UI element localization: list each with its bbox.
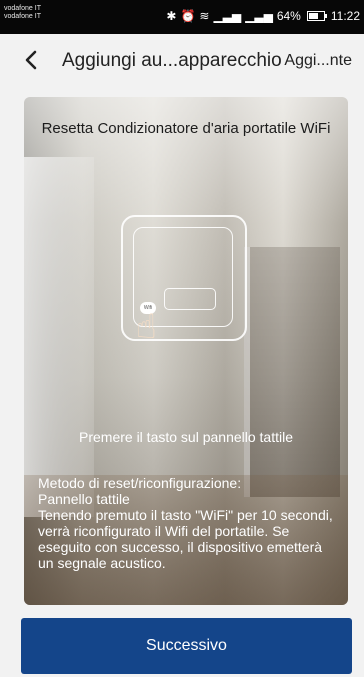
instruction-text: Premere il tasto sul pannello tattile bbox=[79, 429, 293, 445]
battery-percent: 64% bbox=[276, 9, 301, 23]
bluetooth-icon: ✱ bbox=[166, 9, 177, 23]
device-display bbox=[164, 288, 216, 310]
status-bar: vodafone IT vodafone IT ✱ ⏰ ≋ ▁▃▅ ▁▃▅ 64… bbox=[0, 0, 364, 34]
carrier-name-2: vodafone IT bbox=[4, 13, 41, 20]
battery-icon bbox=[306, 11, 327, 21]
status-icons: ✱ ⏰ ≋ ▁▃▅ ▁▃▅ 64% 11:22 bbox=[166, 9, 360, 23]
wifi-icon: ≋ bbox=[199, 9, 210, 23]
back-arrow-icon[interactable] bbox=[22, 50, 42, 70]
pointing-hand-icon: ☝ bbox=[136, 308, 157, 346]
alarm-icon: ⏰ bbox=[180, 9, 196, 23]
next-button[interactable]: Successivo bbox=[21, 618, 352, 674]
background-window bbox=[24, 157, 94, 517]
app-header: Aggiungi au...apparecchio Aggi...nte bbox=[0, 34, 364, 88]
reset-method-description: Metodo di reset/riconfigurazione: Pannel… bbox=[38, 475, 334, 571]
signal-icon-2: ▁▃▅ bbox=[245, 9, 273, 23]
method-title: Metodo di reset/riconfigurazione: bbox=[38, 475, 242, 491]
card-heading: Resetta Condizionatore d'aria portatile … bbox=[41, 120, 331, 137]
carrier-name-1: vodafone IT bbox=[4, 5, 41, 12]
method-text: Tenendo premuto il tasto "WiFi" per 10 s… bbox=[38, 507, 333, 571]
method-subtitle: Pannello tattile bbox=[38, 491, 130, 507]
reset-instructions-card: Resetta Condizionatore d'aria portatile … bbox=[24, 97, 348, 605]
background-door bbox=[244, 247, 340, 497]
next-button-label: Successivo bbox=[146, 637, 227, 654]
page-title: Aggiungi au...apparecchio bbox=[62, 50, 282, 71]
carrier-info: vodafone IT vodafone IT bbox=[4, 5, 41, 21]
header-action-button[interactable]: Aggi...nte bbox=[284, 52, 352, 70]
clock: 11:22 bbox=[330, 9, 360, 23]
signal-icon: ▁▃▅ bbox=[213, 9, 242, 23]
